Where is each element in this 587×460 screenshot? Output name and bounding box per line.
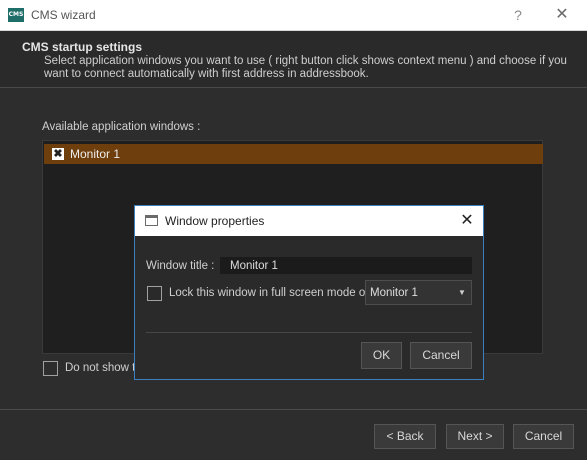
next-button[interactable]: Next >: [446, 424, 504, 449]
checkbox-checked-icon[interactable]: ✖: [52, 148, 64, 160]
available-windows-label: Available application windows :: [42, 121, 201, 133]
chevron-down-icon[interactable]: ▼: [454, 287, 470, 299]
lock-fullscreen-label: Lock this window in full screen mode on …: [169, 287, 379, 299]
close-icon[interactable]: ✕: [552, 5, 572, 25]
page-description: Select application windows you want to u…: [44, 55, 567, 80]
dialog-title: Window properties: [165, 214, 265, 228]
window-title: CMS wizard: [31, 8, 96, 22]
do-not-show-checkbox[interactable]: [43, 361, 58, 376]
back-button[interactable]: < Back: [374, 424, 436, 449]
window-title-input[interactable]: [220, 257, 472, 274]
list-item-label: Monitor 1: [70, 147, 121, 161]
window-title-label: Window title :: [146, 260, 215, 272]
do-not-show-label: Do not show th: [65, 362, 142, 374]
wizard-header: CMS startup settings Select application …: [0, 31, 587, 88]
dialog-close-icon[interactable]: ✕: [457, 211, 477, 231]
app-icon: CMS: [8, 8, 24, 22]
cancel-button[interactable]: Cancel: [513, 424, 574, 449]
ok-button[interactable]: OK: [361, 342, 402, 369]
lock-fullscreen-checkbox[interactable]: [147, 286, 162, 301]
dialog-title-bar: Window properties ✕: [135, 206, 483, 236]
list-item[interactable]: ✖ Monitor 1: [44, 144, 543, 164]
monitor-select[interactable]: Monitor 1 ▼: [365, 280, 472, 305]
dialog-cancel-button[interactable]: Cancel: [410, 342, 472, 369]
footer-divider: [0, 409, 587, 410]
dialog-divider: [146, 332, 472, 333]
window-icon: [145, 215, 158, 226]
window-properties-dialog: Window properties ✕ Window title : Lock …: [134, 205, 484, 380]
page-title: CMS startup settings: [22, 40, 143, 54]
title-bar: CMS CMS wizard ? ✕: [0, 0, 587, 31]
help-icon[interactable]: ?: [508, 5, 528, 25]
monitor-select-value: Monitor 1: [370, 287, 418, 299]
